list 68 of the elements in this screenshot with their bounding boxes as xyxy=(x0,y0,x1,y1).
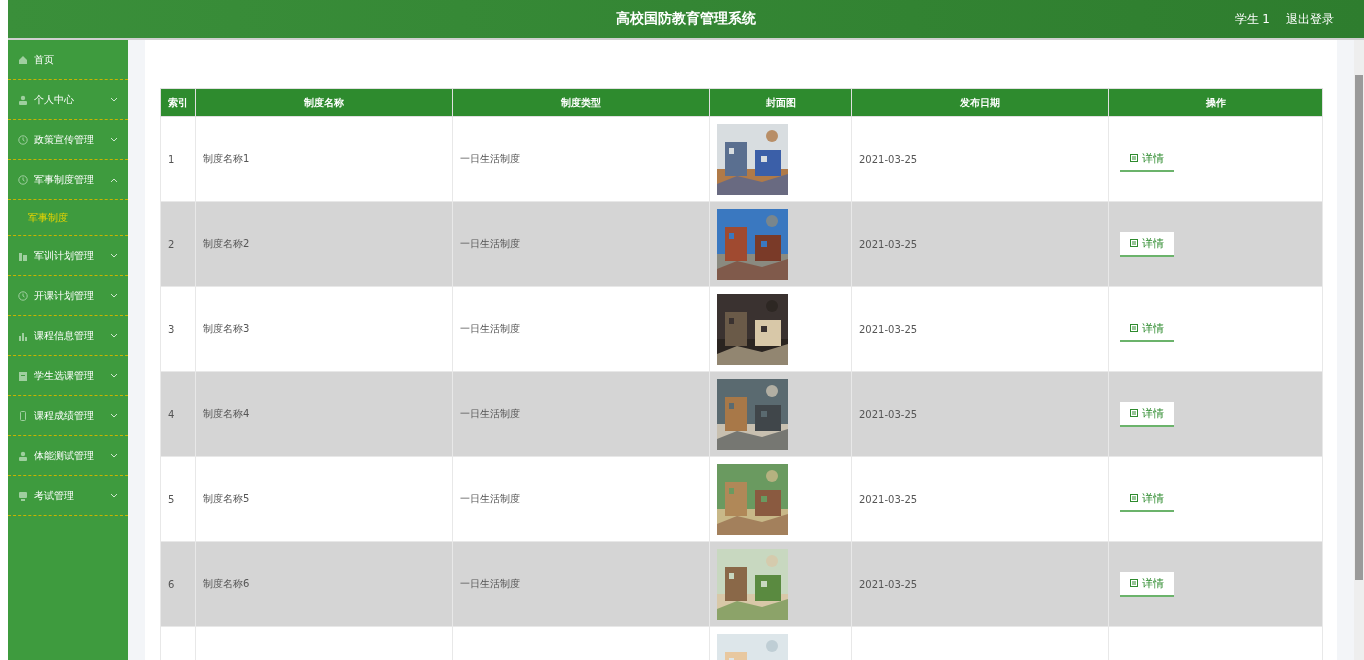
column-header: 制度类型 xyxy=(452,88,710,117)
table-cell: 3 xyxy=(160,286,196,372)
chevron-down-icon xyxy=(110,452,118,459)
chart-icon xyxy=(18,250,28,261)
column-header: 制度名称 xyxy=(195,88,453,117)
detail-button[interactable]: 详情 xyxy=(1120,231,1174,257)
monitor-icon xyxy=(18,490,28,501)
table-cell: 2021-03-25 xyxy=(851,371,1109,457)
scrollbar[interactable] xyxy=(1354,40,1364,660)
table-cell: 6 xyxy=(160,541,196,627)
detail-button[interactable]: 详情 xyxy=(1120,486,1174,512)
table-cell: 5 xyxy=(160,456,196,542)
table-cell: 一日生活制度 xyxy=(452,456,710,542)
chevron-down-icon xyxy=(110,252,118,259)
table-cell: 4 xyxy=(160,371,196,457)
user-icon xyxy=(18,94,28,105)
clock-icon xyxy=(18,134,28,145)
table-cell: 2021-03-25 xyxy=(851,286,1109,372)
document-icon xyxy=(1130,409,1138,417)
detail-button[interactable]: 详情 xyxy=(1120,316,1174,342)
home-icon xyxy=(18,54,28,65)
table-cell: 制度名称3 xyxy=(195,286,453,372)
document-icon xyxy=(1130,154,1138,162)
phone-icon xyxy=(18,410,28,421)
chevron-down-icon xyxy=(110,372,118,379)
document-icon xyxy=(1130,579,1138,587)
table-cell: 2021-03-25 xyxy=(851,116,1109,202)
table-cell: 制度名称6 xyxy=(195,541,453,627)
clock-icon xyxy=(18,174,28,185)
table-cell: 2021-03-25 xyxy=(851,201,1109,287)
table-cell: 制度名称5 xyxy=(195,456,453,542)
sidebar-subitem[interactable]: 军事制度 xyxy=(28,210,68,225)
table-cell: 制度名称2 xyxy=(195,201,453,287)
table-cell: 制度名称4 xyxy=(195,371,453,457)
table-cell: 一日生活制度 xyxy=(452,201,710,287)
table-cell: 1 xyxy=(160,116,196,202)
table-cell: 制度名称1 xyxy=(195,116,453,202)
table-cell: 一日生活制度 xyxy=(452,541,710,627)
chevron-down-icon xyxy=(110,96,118,103)
bar-chart-icon xyxy=(18,330,28,341)
chevron-down-icon xyxy=(110,412,118,419)
table-cell: 一日生活制度 xyxy=(452,371,710,457)
document-icon xyxy=(18,370,28,381)
table-cell: 2 xyxy=(160,201,196,287)
chevron-down-icon xyxy=(110,332,118,339)
chevron-down-icon xyxy=(110,292,118,299)
logout-link[interactable]: 退出登录 xyxy=(1286,10,1334,28)
document-icon xyxy=(1130,324,1138,332)
chevron-down-icon xyxy=(110,136,118,143)
chevron-up-icon xyxy=(110,176,118,183)
detail-button[interactable]: 详情 xyxy=(1120,146,1174,172)
column-header: 操作 xyxy=(1108,88,1323,117)
column-header: 发布日期 xyxy=(851,88,1109,117)
column-header: 封面图 xyxy=(709,88,852,117)
table-cell: 一日生活制度 xyxy=(452,286,710,372)
clock-icon xyxy=(18,290,28,301)
document-icon xyxy=(1130,494,1138,502)
table-cell: 一日生活制度 xyxy=(452,116,710,202)
detail-button[interactable]: 详情 xyxy=(1120,571,1174,597)
table-cell: 2021-03-25 xyxy=(851,541,1109,627)
system-title: 高校国防教育管理系统 xyxy=(615,10,758,28)
document-icon xyxy=(1130,239,1138,247)
column-header: 索引 xyxy=(160,88,196,117)
user-icon xyxy=(18,450,28,461)
detail-button[interactable]: 详情 xyxy=(1120,401,1174,427)
table-cell: 2021-03-25 xyxy=(851,456,1109,542)
chevron-down-icon xyxy=(110,492,118,499)
user-name: 学生 1 xyxy=(1234,10,1270,28)
